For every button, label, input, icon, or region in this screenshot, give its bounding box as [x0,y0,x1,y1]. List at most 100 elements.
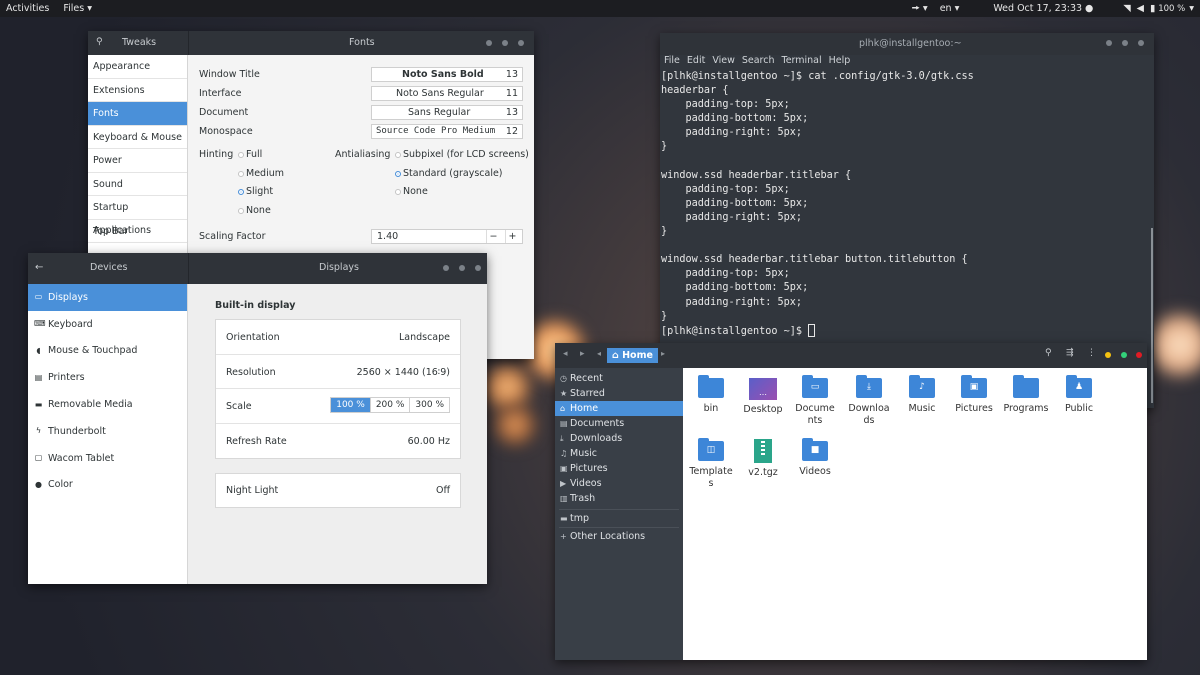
maximize-button[interactable] [1122,40,1128,46]
scale-100-button[interactable]: 100 % [331,398,370,413]
view-options-icon[interactable]: ⇶ [1066,348,1074,358]
scaling-decrease-button[interactable]: − [486,230,500,243]
minimize-button[interactable] [443,265,449,271]
refresh-rate-row[interactable]: Refresh Rate 60.00 Hz [216,424,460,459]
battery-level[interactable]: 100 % [1158,4,1185,14]
sidebar-item-starred[interactable]: ★ Starred [555,386,683,401]
sidebar-item-extensions[interactable]: Extensions [88,79,187,102]
window-controls [486,40,524,46]
sidebar-item-displays[interactable]: ▭ Displays [28,284,187,311]
hinting-full-radio[interactable]: Full [238,149,262,160]
sidebar-item-tmp[interactable]: ▬ tmp [555,511,683,526]
sidebar-item-power[interactable]: Power [88,149,187,173]
file-item-bin[interactable]: bin [685,375,737,415]
file-label: bin [703,403,719,414]
night-light-card[interactable]: Night Light Off [215,473,461,508]
interface-font-button[interactable]: Noto Sans Regular 11 [371,86,523,101]
radio-indicator [238,151,244,158]
path-right-icon[interactable]: ▸ [661,349,665,358]
path-home-button[interactable]: ⌂ Home [607,348,658,363]
sidebar-item-videos[interactable]: ▶ Videos [555,476,683,491]
search-icon[interactable]: ⚲ [96,37,103,47]
menu-edit[interactable]: Edit [687,55,705,69]
maximize-button[interactable] [459,265,465,271]
app-menu[interactable]: Files ▾ [63,3,92,14]
sidebar-item-color[interactable]: ● Color [28,472,187,499]
sidebar-item-documents[interactable]: ▤ Documents [555,416,683,431]
menu-view[interactable]: View [712,55,735,69]
language-indicator[interactable]: en ▾ [940,3,960,14]
scale-300-button[interactable]: 300 % [409,398,449,413]
sidebar-item-music[interactable]: ♫ Music [555,446,683,461]
minimize-button[interactable] [486,40,492,46]
sidebar-item-home[interactable]: ⌂ Home [555,401,683,416]
document-font-button[interactable]: Sans Regular 13 [371,105,523,120]
file-item-v2-tgz[interactable]: v2.tgz [737,439,789,479]
minimize-button[interactable] [1105,352,1111,358]
monospace-font-button[interactable]: Source Code Pro Medium 12 [371,124,523,139]
system-menu-arrow[interactable]: ▾ [1189,3,1194,14]
scaling-factor-spinbutton[interactable]: 1.40 − + [371,229,523,244]
sidebar-item-thunderbolt[interactable]: ϟ Thunderbolt [28,418,187,445]
file-item-desktop[interactable]: … Desktop [737,378,789,416]
menu-icon[interactable]: ⋮ [1087,348,1096,358]
window-title-font-button[interactable]: Noto Sans Bold 13 [371,67,523,82]
sidebar-item-startup-applications[interactable]: Startup Applications [88,196,187,236]
file-item-pictures[interactable]: ▣ Pictures [948,375,1000,415]
accessibility-indicator[interactable]: 🠚 ▾ [912,1,928,17]
hinting-slight-radio[interactable]: Slight [238,186,273,197]
file-item-documents[interactable]: ▭ Documents [789,375,841,427]
sidebar-item-pictures[interactable]: ▣ Pictures [555,461,683,476]
maximize-button[interactable] [502,40,508,46]
file-item-templates[interactable]: ◫ Templates [685,438,737,490]
sidebar-item-wacom-tablet[interactable]: ▢ Wacom Tablet [28,445,187,472]
window-controls [1106,40,1144,46]
forward-arrow-icon[interactable]: ▸ [580,349,585,359]
close-button[interactable] [1138,40,1144,46]
sidebar-item-mouse-touchpad[interactable]: ◖ Mouse & Touchpad [28,338,187,365]
menu-help[interactable]: Help [829,55,851,69]
scaling-increase-button[interactable]: + [505,230,519,243]
sidebar-item-keyboard[interactable]: ⌨ Keyboard [28,311,187,338]
activities-button[interactable]: Activities [6,3,49,14]
back-arrow-icon[interactable]: ◂ [563,349,568,359]
sidebar-item-recent[interactable]: ◷ Recent [555,371,683,386]
maximize-button[interactable] [1121,352,1127,358]
sidebar-item-appearance[interactable]: Appearance [88,55,187,79]
antialiasing-subpixel-radio[interactable]: Subpixel (for LCD screens) [395,149,529,160]
scale-200-button[interactable]: 200 % [369,398,410,413]
hinting-medium-radio[interactable]: Medium [238,168,284,179]
orientation-row[interactable]: Orientation Landscape [216,320,460,355]
back-button[interactable]: ← [35,262,43,273]
sidebar-item-printers[interactable]: ▤ Printers [28,364,187,391]
file-item-programs[interactable]: Programs [1000,375,1052,415]
close-button[interactable] [518,40,524,46]
file-item-music[interactable]: ♪ Music [896,375,948,415]
sidebar-item-fonts[interactable]: Fonts [88,102,187,126]
close-button[interactable] [1136,352,1142,358]
path-left-icon[interactable]: ◂ [597,349,601,358]
menu-file[interactable]: File [664,55,680,69]
antialiasing-standard-radio[interactable]: Standard (grayscale) [395,168,503,179]
file-item-public[interactable]: ♟ Public [1053,375,1105,415]
file-item-videos[interactable]: ■ Videos [789,438,841,478]
close-button[interactable] [475,265,481,271]
terminal-scrollbar[interactable] [1151,228,1153,403]
sidebar-item-sound[interactable]: Sound [88,173,187,196]
minimize-button[interactable] [1106,40,1112,46]
hinting-none-radio[interactable]: None [238,205,271,216]
sidebar-item-downloads[interactable]: ⤓ Downloads [555,431,683,446]
file-item-downloads[interactable]: ⤓ Downloads [843,375,895,427]
files-headerbar: ◂ ▸ ◂ ⌂ Home ▸ ⚲ ⇶ ⋮ [555,343,1147,368]
resolution-row[interactable]: Resolution 2560 × 1440 (16∶9) [216,355,460,390]
sidebar-item-removable-media[interactable]: ▬ Removable Media [28,391,187,418]
sidebar-item-trash[interactable]: ▥ Trash [555,491,683,506]
antialiasing-none-radio[interactable]: None [395,186,428,197]
sidebar-item-keyboard-mouse[interactable]: Keyboard & Mouse [88,126,187,149]
clock[interactable]: Wed Oct 17, 23:33 ● [993,3,1093,14]
search-icon[interactable]: ⚲ [1045,348,1052,358]
terminal-output[interactable]: [plhk@installgentoo ~]$ cat .config/gtk-… [661,70,974,339]
menu-terminal[interactable]: Terminal [782,55,822,69]
sidebar-item-other-locations[interactable]: + Other Locations [555,529,683,544]
menu-search[interactable]: Search [742,55,775,69]
